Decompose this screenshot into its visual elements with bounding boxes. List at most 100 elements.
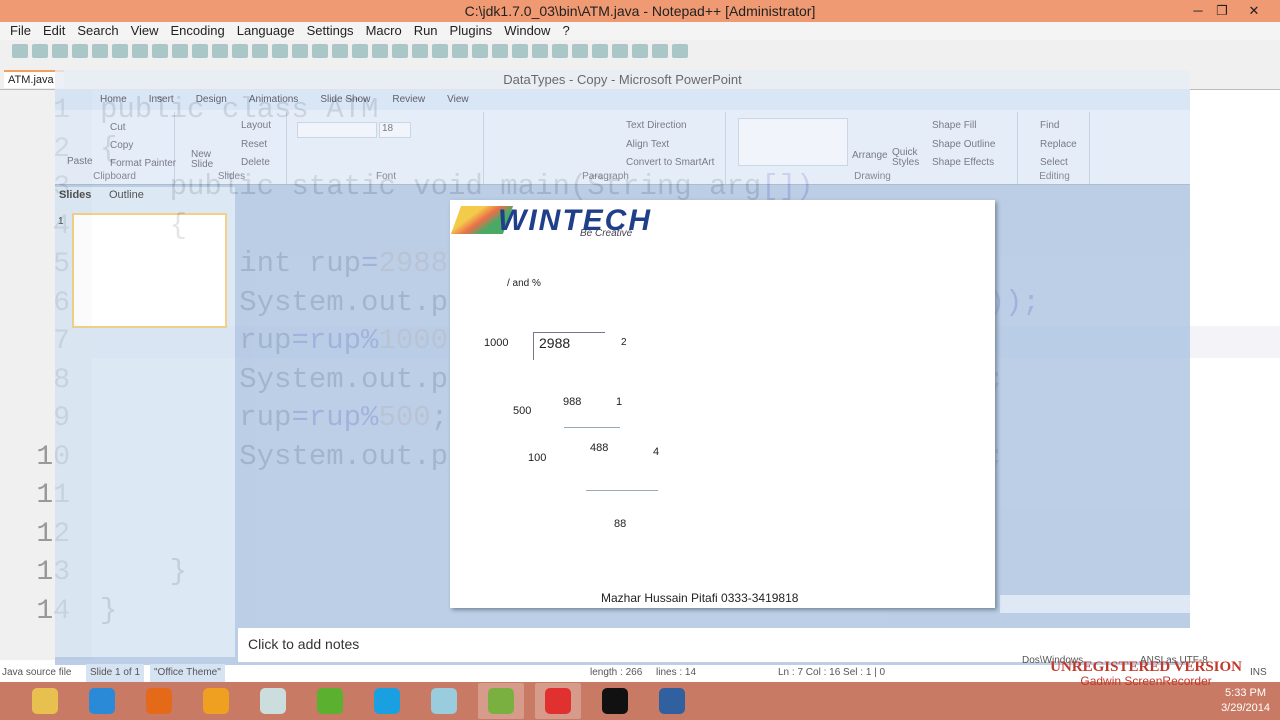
toolbar-button-icon[interactable] [512,44,528,58]
ppt-tab-home[interactable]: Home [100,90,127,110]
shape-outline-button[interactable]: Shape Outline [932,139,995,150]
shape-effects-button[interactable]: Shape Effects [932,157,994,168]
taskbar-remote-desktop[interactable] [649,683,695,719]
ppt-tab-slide-show[interactable]: Slide Show [320,90,370,110]
toolbar-button-icon[interactable] [472,44,488,58]
toolbar-button-icon[interactable] [292,44,308,58]
toolbar-button-icon[interactable] [52,44,68,58]
toolbar-button-icon[interactable] [632,44,648,58]
taskbar-utorrent[interactable] [307,683,353,719]
toolbar-button-icon[interactable] [152,44,168,58]
toolbar-button-icon[interactable] [432,44,448,58]
ppt-tab-review[interactable]: Review [392,90,425,110]
toolbar-button-icon[interactable] [172,44,188,58]
maximize-button[interactable]: ❐ [1208,0,1236,22]
taskbar-firefox[interactable] [136,683,182,719]
font-size-box[interactable]: 18 [379,122,411,138]
ppt-tab-animations[interactable]: Animations [249,90,298,110]
shapes-gallery[interactable] [738,118,848,166]
close-button[interactable]: ✕ [1240,0,1268,22]
toolbar-button-icon[interactable] [392,44,408,58]
toolbar-button-icon[interactable] [72,44,88,58]
menu-edit[interactable]: Edit [37,22,71,40]
toolbar-button-icon[interactable] [132,44,148,58]
tab-outline[interactable]: Outline [109,189,144,201]
ppt-tab-insert[interactable]: Insert [149,90,174,110]
copy-button[interactable]: Copy [110,140,133,151]
toolbar-button-icon[interactable] [592,44,608,58]
taskbar-command-prompt[interactable] [592,683,638,719]
toolbar-button-icon[interactable] [532,44,548,58]
toolbar-button-icon[interactable] [492,44,508,58]
toolbar-button-icon[interactable] [32,44,48,58]
menu-plugins[interactable]: Plugins [444,22,499,40]
ppt-tab-design[interactable]: Design [196,90,227,110]
shape-fill-button[interactable]: Shape Fill [932,120,976,131]
menu-view[interactable]: View [125,22,165,40]
reset-button[interactable]: Reset [241,139,267,150]
group-label: Editing [1039,171,1070,182]
align-text-button[interactable]: Align Text [626,139,669,150]
format-painter-button[interactable]: Format Painter [110,158,176,169]
watermark-main: UNREGISTERED VERSION [1050,659,1242,675]
arrange-button[interactable]: Arrange [852,150,888,161]
toolbar-button-icon[interactable] [652,44,668,58]
menu-file[interactable]: File [4,22,37,40]
toolbar-button-icon[interactable] [12,44,28,58]
system-clock[interactable]: 5:33 PM 3/29/2014 [1221,686,1270,716]
toolbar-button-icon[interactable] [312,44,328,58]
taskbar-mozbackup[interactable] [193,683,239,719]
toolbar-button-icon[interactable] [212,44,228,58]
quick-styles-button[interactable]: Quick Styles [892,148,922,168]
toolbar-button-icon[interactable] [452,44,468,58]
menu-help[interactable]: ? [556,22,575,40]
convert-smartart-button[interactable]: Convert to SmartArt [626,157,714,168]
slide-thumbnail[interactable] [72,213,227,328]
ppt-window-title: DataTypes - Copy - Microsoft PowerPoint [503,72,742,87]
toolbar-button-icon[interactable] [112,44,128,58]
paste-button[interactable]: Paste [67,156,93,167]
delete-button[interactable]: Delete [241,157,270,168]
taskbar-skype[interactable] [364,683,410,719]
toolbar-button-icon[interactable] [252,44,268,58]
slide-canvas[interactable]: WINTECH Be Creative / and % 1000 2988 2 … [450,200,995,608]
toolbar-button-icon[interactable] [552,44,568,58]
font-name-box[interactable] [297,122,377,138]
taskbar-screen-recorder[interactable] [535,683,581,719]
menu-window[interactable]: Window [498,22,556,40]
quotient-1: 2 [621,337,627,348]
toolbar-button-icon[interactable] [332,44,348,58]
text-direction-button[interactable]: Text Direction [626,120,687,131]
menu-run[interactable]: Run [408,22,444,40]
taskbar-notepad-plus-plus[interactable] [478,683,524,719]
toolbar-button-icon[interactable] [572,44,588,58]
ppt-tab-view[interactable]: View [447,90,469,110]
watermark-sub: Gadwin ScreenRecorder [1080,674,1212,688]
new-slide-button[interactable]: New Slide [191,150,221,170]
remainder-988: 988 [563,396,582,408]
menu-settings[interactable]: Settings [301,22,360,40]
taskbar-internet-explorer[interactable] [79,683,125,719]
toolbar-button-icon[interactable] [192,44,208,58]
toolbar-button-icon[interactable] [352,44,368,58]
toolbar-button-icon[interactable] [372,44,388,58]
menu-language[interactable]: Language [231,22,301,40]
taskbar-audio-app[interactable] [250,683,296,719]
toolbar-button-icon[interactable] [672,44,688,58]
toolbar-button-icon[interactable] [612,44,628,58]
cut-button[interactable]: Cut [110,122,126,133]
toolbar-button-icon[interactable] [272,44,288,58]
toolbar-button-icon[interactable] [412,44,428,58]
taskbar-file-explorer[interactable] [22,683,68,719]
menu-encoding[interactable]: Encoding [165,22,231,40]
toolbar-button-icon[interactable] [232,44,248,58]
menu-macro[interactable]: Macro [360,22,408,40]
toolbar-button-icon[interactable] [92,44,108,58]
menu-search[interactable]: Search [71,22,124,40]
taskbar-notepad[interactable] [421,683,467,719]
tab-slides[interactable]: Slides [59,189,91,201]
find-button[interactable]: Find [1040,120,1059,131]
layout-button[interactable]: Layout [241,120,271,131]
select-button[interactable]: Select [1040,157,1068,168]
replace-button[interactable]: Replace [1040,139,1077,150]
